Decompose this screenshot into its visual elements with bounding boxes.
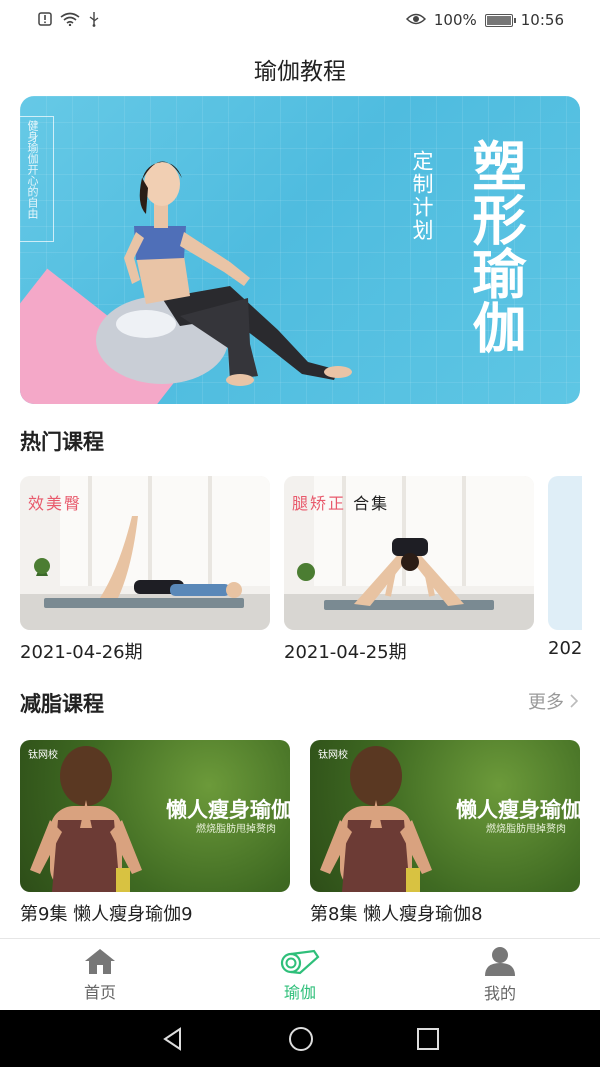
hot-course-label[interactable]: 202 bbox=[548, 638, 582, 659]
tab-yoga[interactable]: 瑜伽 bbox=[200, 939, 400, 1010]
fat-course-card[interactable]: 钛网校 懒人瘦身瑜伽 燃烧脂肪甩掉赘肉 bbox=[310, 740, 580, 892]
tab-home[interactable]: 首页 bbox=[0, 939, 200, 1010]
home-circle-icon[interactable] bbox=[287, 1025, 315, 1053]
fat-course-banner-sub: 燃烧脂肪甩掉赘肉 bbox=[196, 824, 276, 835]
tab-yoga-label: 瑜伽 bbox=[283, 982, 316, 1002]
battery-level bbox=[486, 15, 511, 25]
fat-course-label[interactable]: 第9集 懒人瘦身瑜伽9 bbox=[20, 900, 193, 926]
hot-course-tag-red: 腿矫正 bbox=[292, 494, 347, 513]
battery-icon bbox=[484, 13, 516, 27]
fat-loss-courses-title: 减脂课程 bbox=[20, 692, 104, 716]
hot-course-card[interactable]: 腿矫正 合集 bbox=[284, 476, 534, 630]
hot-course-tag: 效美臀 bbox=[28, 494, 83, 513]
battery-percent: 100% bbox=[433, 11, 477, 29]
more-link[interactable]: 更多 bbox=[528, 688, 578, 714]
fat-course-card[interactable]: 钛网校 懒人瘦身瑜伽 燃烧脂肪甩掉赘肉 bbox=[20, 740, 290, 892]
fat-course-logo: 钛网校 bbox=[318, 750, 348, 761]
alert-icon bbox=[38, 11, 52, 29]
tab-home-label: 首页 bbox=[83, 982, 116, 1002]
recents-icon[interactable] bbox=[416, 1027, 440, 1051]
system-nav-bar bbox=[0, 1010, 600, 1067]
user-icon bbox=[485, 946, 515, 976]
hot-course-card[interactable]: 效美臀 bbox=[20, 476, 270, 630]
status-bar: 100% 10:56 bbox=[0, 0, 600, 40]
banner-subtitle: 定制计划 bbox=[410, 150, 434, 242]
page-title: 瑜伽教程 bbox=[254, 59, 346, 85]
banner-side-text: 健身瑜伽开心的自由 bbox=[26, 120, 39, 219]
fat-course-logo: 钛网校 bbox=[28, 750, 58, 761]
hot-course-tag-suffix: 合集 bbox=[353, 494, 390, 513]
more-label: 更多 bbox=[528, 692, 564, 713]
hot-course-label[interactable]: 2021-04-26期 bbox=[20, 638, 143, 664]
yoga-mat-icon bbox=[280, 949, 320, 974]
banner-headline: 塑形瑜伽 bbox=[463, 138, 526, 354]
yoga-figure-illustration bbox=[96, 161, 352, 386]
tab-profile-label: 我的 bbox=[483, 983, 516, 1003]
hot-courses-title: 热门课程 bbox=[20, 430, 104, 454]
wifi-icon bbox=[60, 12, 80, 29]
hot-course-tag: 腿矫正 合集 bbox=[292, 490, 389, 514]
hot-course-label[interactable]: 2021-04-25期 bbox=[284, 638, 407, 664]
tab-profile[interactable]: 我的 bbox=[400, 939, 600, 1010]
fat-course-banner-sub: 燃烧脂肪甩掉赘肉 bbox=[486, 824, 566, 835]
home-icon bbox=[85, 948, 115, 974]
eye-icon bbox=[405, 13, 426, 28]
clock: 10:56 bbox=[520, 11, 564, 29]
hot-course-card[interactable] bbox=[548, 476, 582, 630]
usb-icon bbox=[88, 11, 100, 30]
chevron-right-icon bbox=[570, 694, 578, 708]
hero-banner[interactable]: 健身瑜伽开心的自由 定制计划 塑形瑜伽 bbox=[20, 96, 580, 404]
fat-course-label[interactable]: 第8集 懒人瘦身瑜伽8 bbox=[310, 900, 483, 926]
bottom-tab-bar: 首页 瑜伽 我的 bbox=[0, 938, 600, 1010]
app-screen: 100% 10:56 瑜伽教程 健身瑜伽开心的自由 定制计划 塑形瑜伽 热门课程… bbox=[0, 0, 600, 1067]
back-icon[interactable] bbox=[160, 1026, 186, 1052]
